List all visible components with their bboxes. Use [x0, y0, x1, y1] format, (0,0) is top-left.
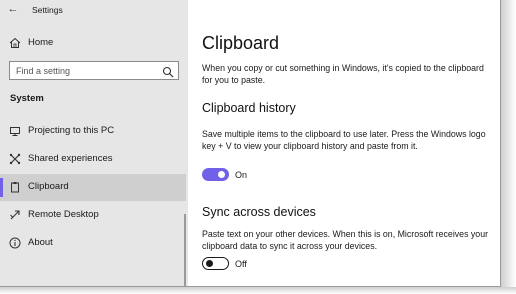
sidebar-item-shared-experiences[interactable]: Shared experiences [0, 146, 186, 173]
sidebar-item-label: Projecting to this PC [28, 125, 115, 136]
home-icon [8, 36, 22, 50]
toggle-knob [206, 259, 213, 267]
page-title: Clipboard [202, 33, 280, 53]
nav-home[interactable]: Home [0, 30, 186, 57]
content-pane: Clipboard When you copy or cut something… [188, 0, 501, 287]
sync-state: Off [235, 259, 247, 269]
sidebar-item-label: Shared experiences [28, 153, 113, 164]
sidebar-item-label: Remote Desktop [28, 209, 99, 220]
shared-experiences-icon [8, 152, 22, 166]
sidebar-item-label: Clipboard [28, 181, 69, 192]
projector-icon [8, 124, 22, 138]
title-bar: ← Settings [0, 0, 188, 22]
clipboard-history-toggle[interactable] [202, 168, 229, 181]
search-input[interactable] [10, 62, 158, 79]
sidebar-item-label: About [28, 237, 53, 248]
clipboard-history-description: Save multiple items to the clipboard to … [202, 129, 486, 151]
sidebar-item-clipboard[interactable]: Clipboard [0, 174, 186, 201]
toggle-knob [218, 171, 225, 178]
info-icon [8, 236, 22, 250]
sync-toggle[interactable] [202, 257, 229, 270]
clipboard-history-state: On [235, 170, 248, 180]
window-title: Settings [32, 5, 63, 15]
sync-description: Paste text on your other devices. When t… [202, 229, 489, 251]
search-icon[interactable] [162, 65, 174, 78]
settings-window: ← Settings Home System Projecting to thi… [0, 0, 516, 294]
clipboard-intro-text: When you copy or cut something in Window… [202, 63, 484, 85]
back-button[interactable]: ← [6, 2, 20, 16]
sidebar-scrollbar[interactable] [184, 214, 186, 287]
clipboard-history-heading: Clipboard history [202, 101, 296, 115]
search-box[interactable] [9, 61, 179, 80]
window-shadow-right [501, 0, 516, 294]
sidebar-item-about[interactable]: About [0, 230, 186, 257]
window-shadow-bottom [0, 287, 516, 294]
remote-desktop-icon [8, 208, 22, 222]
selection-accent [0, 178, 3, 197]
section-label-system: System [10, 93, 44, 104]
sync-heading: Sync across devices [202, 205, 316, 219]
clipboard-icon [8, 180, 22, 194]
nav-home-label: Home [28, 37, 54, 48]
sidebar-item-projecting[interactable]: Projecting to this PC [0, 118, 186, 145]
sidebar: ← Settings Home System Projecting to thi… [0, 0, 188, 287]
sidebar-item-remote-desktop[interactable]: Remote Desktop [0, 202, 186, 229]
